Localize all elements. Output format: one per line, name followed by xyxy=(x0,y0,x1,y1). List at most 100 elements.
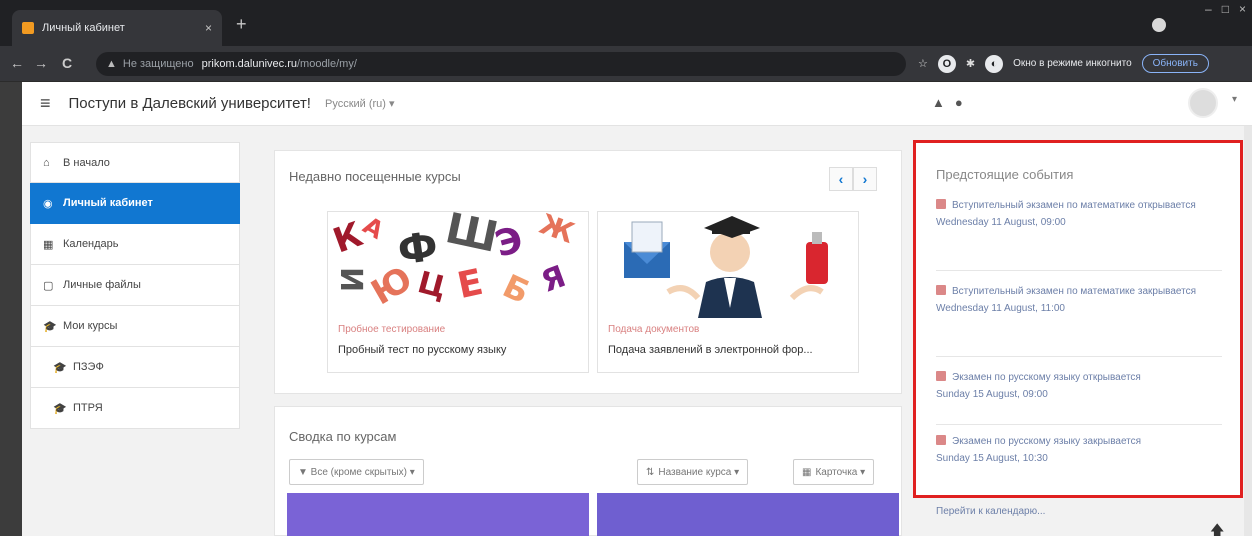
nav-item-dashboard[interactable]: ◉ Личный кабинет xyxy=(30,183,240,224)
window-edge xyxy=(0,82,22,536)
back-button[interactable]: ← xyxy=(10,55,24,71)
notifications-bell-icon[interactable]: ▲ xyxy=(932,95,945,110)
site-name[interactable]: Поступи в Далевский университет! xyxy=(69,95,311,112)
nav-item-label: Календарь xyxy=(63,238,119,250)
extensions-puzzle-icon[interactable]: ✱ xyxy=(966,57,975,70)
nav-item-my-courses[interactable]: 🎓 Мои курсы xyxy=(30,306,240,347)
graduation-cap-icon: 🎓 xyxy=(43,320,57,333)
goto-calendar-link[interactable]: Перейти к календарю... xyxy=(936,506,1045,517)
new-tab-button[interactable]: + xyxy=(236,14,247,35)
course-overview-block: Сводка по курсам ▼ Все (кроме скрытых) ▾… xyxy=(274,406,902,536)
nav-item-label: Личные файлы xyxy=(63,279,141,291)
course-overview-title: Сводка по курсам xyxy=(289,429,397,444)
address-bar[interactable]: ▲ Не защищено prikom.dalunivec.ru /moodl… xyxy=(96,52,906,76)
home-icon: ⌂ xyxy=(43,156,50,169)
maximize-button[interactable]: □ xyxy=(1222,2,1229,16)
page-scrollbar[interactable] xyxy=(1244,126,1252,536)
prev-page-button[interactable]: ‹ xyxy=(829,167,853,191)
menu-icon[interactable]: ≡ xyxy=(40,93,51,114)
sort-label: Название курса ▾ xyxy=(658,466,740,478)
browser-toolbar: ← → C ▲ Не защищено prikom.dalunivec.ru … xyxy=(0,46,1252,82)
letters-course-image: К А Ф Ш Э Ж И Ю Ц Е Б Я xyxy=(328,212,588,318)
not-secure-label: Не защищено xyxy=(122,58,194,70)
nav-item-label: ПЗЭФ xyxy=(73,361,104,373)
next-page-button[interactable]: › xyxy=(853,167,877,191)
course-view-dropdown[interactable]: ▦ Карточка ▾ xyxy=(793,459,875,485)
nav-item-home[interactable]: ⌂ В начало xyxy=(30,142,240,183)
file-icon: ▢ xyxy=(43,279,54,292)
tab-title: Личный кабинет xyxy=(42,22,125,34)
update-button[interactable]: Обновить xyxy=(1141,54,1209,73)
user-menu-caret-icon[interactable]: ▾ xyxy=(1232,94,1237,105)
quiz-icon xyxy=(936,285,946,295)
course-tile[interactable] xyxy=(597,493,899,536)
event-item[interactable]: Экзамен по русскому языку открывается Su… xyxy=(936,371,1222,425)
opera-extension-icon[interactable]: O xyxy=(937,54,956,73)
url-path: /moodle/my/ xyxy=(296,58,357,70)
user-avatar[interactable] xyxy=(1188,88,1218,118)
tab-close-icon[interactable]: × xyxy=(205,21,212,35)
nav-item-label: В начало xyxy=(63,156,110,169)
event-time[interactable]: Sunday 15 August, 10:30 xyxy=(936,453,1222,464)
course-filter-dropdown[interactable]: ▼ Все (кроме скрытых) ▾ xyxy=(289,459,424,485)
nav-item-calendar[interactable]: ▦ Календарь xyxy=(30,224,240,265)
event-name[interactable]: Вступительный экзамен по математике закр… xyxy=(952,286,1196,297)
event-item[interactable]: Вступительный экзамен по математике откр… xyxy=(936,199,1222,271)
event-item[interactable]: Вступительный экзамен по математике закр… xyxy=(936,285,1222,357)
graduate-course-image xyxy=(598,212,858,318)
quiz-icon xyxy=(936,371,946,381)
profile-icon[interactable] xyxy=(1152,18,1166,32)
language-selector[interactable]: Русский (ru) ▾ xyxy=(325,97,395,110)
nav-item-private-files[interactable]: ▢ Личные файлы xyxy=(30,265,240,306)
event-name[interactable]: Экзамен по русскому языку открывается xyxy=(952,372,1141,383)
sort-icon: ⇅ xyxy=(646,466,655,478)
course-card-russian-test[interactable]: К А Ф Ш Э Ж И Ю Ц Е Б Я Пробное тестиров… xyxy=(327,211,589,373)
recent-courses-title: Недавно посещенные курсы xyxy=(289,169,461,184)
browser-tab[interactable]: Личный кабинет × xyxy=(12,10,222,46)
nav-item-course-pzef[interactable]: 🎓 ПЗЭФ xyxy=(30,347,240,388)
site-navbar: ≡ Поступи в Далевский университет! Русск… xyxy=(22,82,1252,126)
toolbar-right: ☆ O ✱ ◐ Окно в режиме инкогнито Обновить xyxy=(918,54,1209,73)
course-name[interactable]: Подача заявлений в электронной фор... xyxy=(608,344,813,356)
view-label: Карточка ▾ xyxy=(815,466,866,478)
course-sort-dropdown[interactable]: ⇅ Название курса ▾ xyxy=(637,459,749,485)
window-controls: – □ × xyxy=(1205,2,1246,16)
recent-courses-block: Недавно посещенные курсы ‹ › К А Ф Ш Э Ж… xyxy=(274,150,902,394)
event-name[interactable]: Вступительный экзамен по математике откр… xyxy=(952,200,1196,211)
reload-button[interactable]: C xyxy=(62,55,72,71)
event-name[interactable]: Экзамен по русскому языку закрывается xyxy=(952,436,1141,447)
course-card-document-submission[interactable]: Подача документов Подача заявлений в эле… xyxy=(597,211,859,373)
course-category: Подача документов xyxy=(608,324,700,335)
bookmark-star-icon[interactable]: ☆ xyxy=(918,57,928,70)
course-tile[interactable] xyxy=(287,493,589,536)
browser-tabbar: Личный кабинет × + – □ × xyxy=(0,0,1252,46)
moodle-favicon-icon xyxy=(22,22,34,34)
minimize-button[interactable]: – xyxy=(1205,2,1212,16)
quiz-icon xyxy=(936,435,946,445)
quiz-icon xyxy=(936,199,946,209)
navbar-icons: ▲ ● xyxy=(932,95,963,110)
nav-item-label: Личный кабинет xyxy=(63,197,153,209)
event-time[interactable]: Wednesday 11 August, 11:00 xyxy=(936,303,1222,314)
close-window-button[interactable]: × xyxy=(1239,2,1246,16)
scroll-to-top-icon[interactable]: 🡅 xyxy=(1210,520,1224,536)
nav-item-label: ПТРЯ xyxy=(73,402,103,414)
warning-icon: ▲ xyxy=(106,58,117,70)
graduation-cap-icon: 🎓 xyxy=(53,361,67,374)
nav-item-course-ptrya[interactable]: 🎓 ПТРЯ xyxy=(30,388,240,429)
course-category: Пробное тестирование xyxy=(338,324,446,335)
calendar-icon: ▦ xyxy=(43,238,54,251)
forward-button[interactable]: → xyxy=(34,55,48,71)
event-time[interactable]: Sunday 15 August, 09:00 xyxy=(936,389,1222,400)
graduation-cap-icon: 🎓 xyxy=(53,402,67,415)
incognito-label: Окно в режиме инкогнито xyxy=(1013,58,1132,69)
incognito-icon: ◐ xyxy=(985,54,1004,73)
dashboard-icon: ◉ xyxy=(43,197,53,210)
grid-icon: ▦ xyxy=(802,466,812,478)
event-item[interactable]: Экзамен по русскому языку закрывается Su… xyxy=(936,435,1222,489)
recent-courses-paging: ‹ › xyxy=(829,167,877,191)
event-time[interactable]: Wednesday 11 August, 09:00 xyxy=(936,217,1222,228)
left-navigation: ⌂ В начало ◉ Личный кабинет ▦ Календарь … xyxy=(30,142,240,429)
messages-chat-icon[interactable]: ● xyxy=(955,95,963,110)
course-name[interactable]: Пробный тест по русскому языку xyxy=(338,344,506,356)
